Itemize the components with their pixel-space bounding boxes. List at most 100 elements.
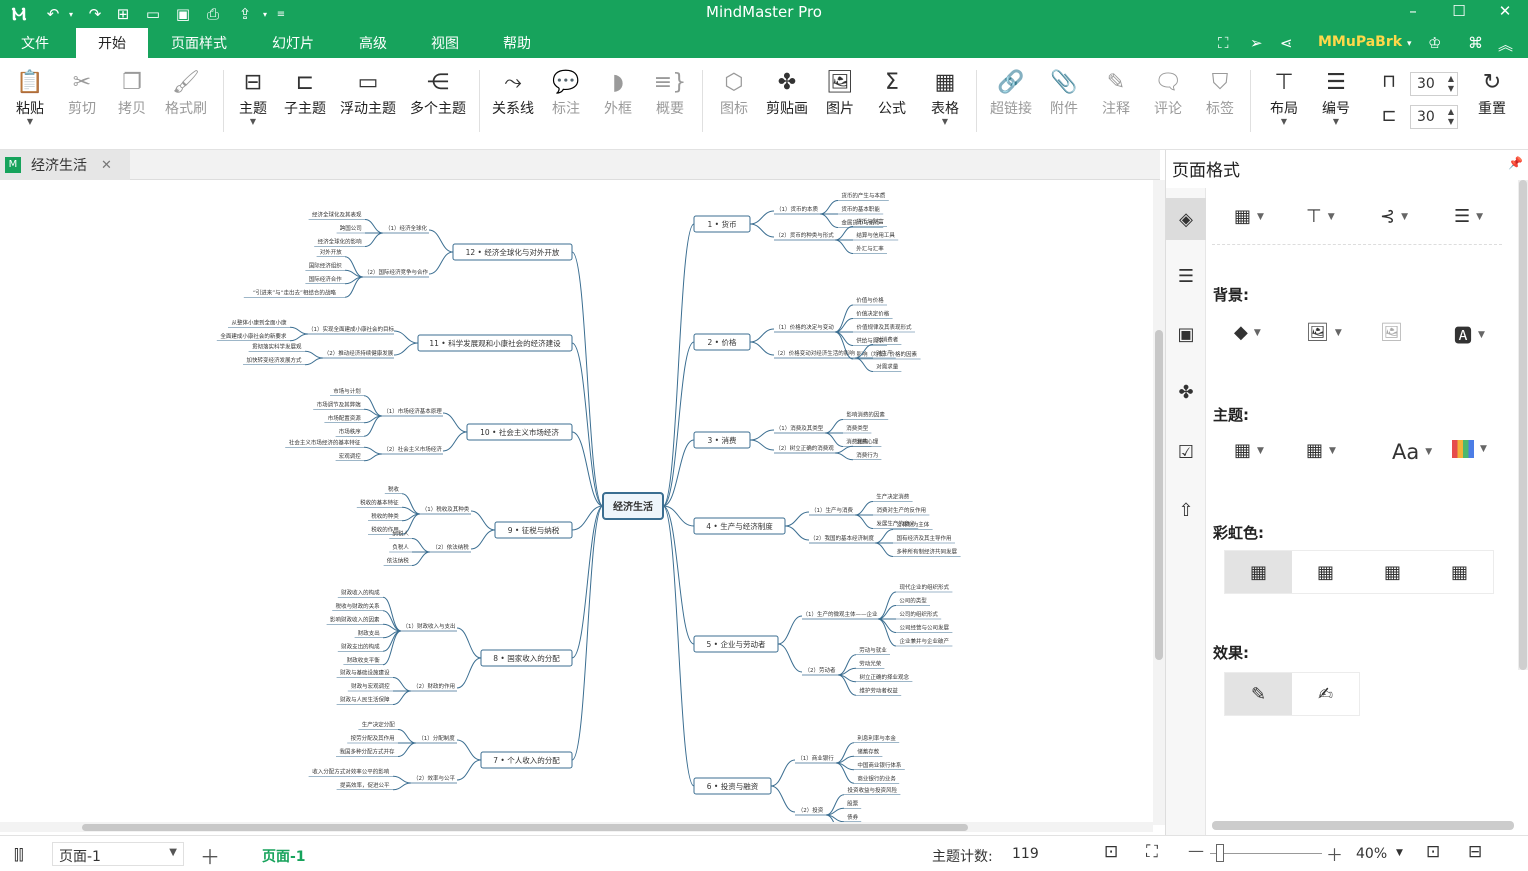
- callout-button[interactable]: 💬 标注: [546, 68, 586, 118]
- theme-dropdown[interactable]: ▦ ▼: [1234, 440, 1264, 461]
- leaf-topic-label[interactable]: 结算与信用工具: [856, 231, 895, 239]
- close-tab-icon[interactable]: ✕: [101, 158, 112, 173]
- theme-font-dropdown[interactable]: Aa ▼: [1392, 440, 1432, 464]
- mindmap-svg[interactable]: 经济生活1 • 货币（1）货币的本质货币的产生与本质货币的基本职能金属货币与纸币…: [0, 180, 1153, 825]
- subtopic-label[interactable]: （2）推动经济持续健康发展: [324, 349, 394, 357]
- leaf-topic-label[interactable]: 企业兼并与企业破产: [899, 637, 949, 645]
- outline-tab-icon[interactable]: ☰: [1172, 262, 1200, 290]
- subtopic-label[interactable]: （2）树立正确的消费观: [775, 444, 834, 452]
- leaf-topic-label[interactable]: 树立正确的择业观念: [859, 673, 909, 681]
- subtopic-label[interactable]: （1）货币的本质: [776, 205, 818, 213]
- clipart-tab-icon[interactable]: ✤: [1172, 378, 1200, 406]
- leaf-topic-label[interactable]: 从整体小康到全面小康: [231, 318, 287, 326]
- leaf-topic-label[interactable]: 我国多种分配方式并存: [339, 748, 395, 756]
- leaf-topic-label[interactable]: 财政支出的构成: [341, 642, 380, 650]
- subtopic-label[interactable]: （1）分配制度: [418, 734, 455, 742]
- leaf-topic-label[interactable]: 影响财政收入的因素: [330, 615, 380, 623]
- subtopic-label[interactable]: （2）投资: [798, 806, 824, 814]
- subtopic-label[interactable]: （2）财政的作用: [413, 682, 455, 690]
- leaf-topic-label[interactable]: 对消费者: [876, 336, 899, 344]
- leaf-topic-label[interactable]: 价值决定价格: [856, 310, 890, 318]
- page-tab[interactable]: 页面-1: [262, 846, 306, 866]
- leaf-topic-label[interactable]: 税收: [388, 485, 400, 493]
- leaf-topic-label[interactable]: 生产决定分配: [362, 721, 396, 729]
- subtopic-label[interactable]: （2）价格变动对经济生活的影响: [774, 349, 855, 357]
- boundary-button[interactable]: ◗ 外框: [598, 68, 638, 118]
- structure-style-dropdown[interactable]: ▦ ▼: [1234, 206, 1264, 227]
- leaf-topic-label[interactable]: 债券: [847, 813, 859, 821]
- leaf-topic-label[interactable]: 劳动光荣: [859, 659, 882, 667]
- leaf-topic-label[interactable]: 市场秩序: [339, 427, 362, 435]
- leaf-topic-label[interactable]: 消费行为: [856, 451, 878, 459]
- subtopic-label[interactable]: （1）商业银行: [797, 754, 834, 762]
- fullscreen-view-icon[interactable]: ⛶: [1146, 842, 1158, 862]
- leaf-topic-label[interactable]: 市场与计划: [333, 387, 361, 395]
- menu-advanced[interactable]: 高级: [346, 28, 400, 58]
- leaf-topic-label[interactable]: 生产决定消费: [876, 493, 910, 501]
- leaf-topic-label[interactable]: 税收的种类: [371, 512, 399, 520]
- leaf-topic-label[interactable]: 对生产: [876, 349, 893, 357]
- leaf-topic-label[interactable]: 依法纳税: [387, 557, 410, 565]
- subtopic-button[interactable]: ⊏ 子主题: [280, 68, 330, 118]
- leaf-topic-label[interactable]: 国有经济及其主导作用: [896, 534, 951, 542]
- canvas-vertical-scrollbar[interactable]: [1153, 180, 1165, 825]
- leaf-topic-label[interactable]: 全面建成小康社会的新要求: [220, 332, 287, 340]
- effect-option-normal[interactable]: ✎: [1225, 673, 1292, 715]
- note-button[interactable]: ✎ 注释: [1096, 68, 1136, 118]
- cut-button[interactable]: ✂ 剪切: [62, 68, 102, 118]
- leaf-topic-label[interactable]: 货币与财富: [856, 218, 884, 226]
- leaf-topic-label[interactable]: 公司经营与公司发展: [899, 624, 949, 632]
- fit-page-icon[interactable]: ⊡: [1104, 842, 1118, 862]
- picture-button[interactable]: 🖼 图片: [820, 68, 860, 118]
- leaf-topic-label[interactable]: 公司的类型: [899, 597, 927, 605]
- leaf-topic-label[interactable]: 纳税人: [392, 530, 409, 538]
- minimize-icon[interactable]: –: [1398, 2, 1428, 20]
- leaf-topic-label[interactable]: 影响消费的因素: [846, 411, 885, 419]
- rainbow-option-2[interactable]: ▦: [1292, 551, 1359, 593]
- leaf-topic-label[interactable]: 市场调节及其弊端: [317, 400, 362, 408]
- subtopic-label[interactable]: （2）货币的种类与形式: [775, 231, 834, 239]
- spinner-arrows-icon[interactable]: ▲ ▼: [1448, 107, 1454, 127]
- leaf-topic-label[interactable]: 维护劳动者权益: [859, 686, 898, 694]
- copy-button[interactable]: ❐ 拷贝: [112, 68, 152, 118]
- subtopic-label[interactable]: （2）劳动者: [805, 666, 836, 674]
- rainbow-option-1[interactable]: ▦: [1225, 551, 1292, 593]
- leaf-topic-label[interactable]: 储蓄存款: [857, 747, 880, 755]
- zoom-dropdown-icon[interactable]: ▼: [1396, 848, 1403, 858]
- zoom-level[interactable]: 40%: [1356, 846, 1387, 862]
- page-panel-toggle-icon[interactable]: ⫿⫿: [14, 846, 24, 864]
- leaf-topic-label[interactable]: 财政与人民生活保障: [340, 696, 390, 704]
- page-select[interactable]: 页面-1 ▼: [52, 842, 184, 866]
- panel-scroll-thumb[interactable]: [1519, 180, 1527, 670]
- menu-view[interactable]: 视图: [418, 28, 472, 58]
- subtopic-label[interactable]: （1）实现全面建成小康社会的目标: [308, 325, 395, 333]
- leaf-topic-label[interactable]: 股票: [847, 800, 859, 807]
- menu-help[interactable]: 帮助: [490, 28, 544, 58]
- leaf-topic-label[interactable]: 价值与价格: [856, 296, 884, 304]
- layout-button[interactable]: ⊤ 布局 ▼: [1264, 68, 1304, 126]
- canvas-horizontal-scrollbar[interactable]: [0, 822, 1153, 832]
- attachment-button[interactable]: 📎 附件: [1044, 68, 1084, 118]
- leaf-topic-label[interactable]: 财政与宏观调控: [351, 682, 390, 690]
- vertical-spacing-input[interactable]: 30 ▲ ▼: [1410, 105, 1458, 129]
- leaf-topic-label[interactable]: 收入分配方式对效率公平的影响: [312, 767, 390, 775]
- share-icon[interactable]: ⋖: [1280, 34, 1293, 52]
- remove-background-button[interactable]: 🖼: [1380, 322, 1403, 343]
- leaf-topic-label[interactable]: 劳动与就业: [859, 646, 887, 654]
- leaf-topic-label[interactable]: 市场配置资源: [328, 414, 362, 422]
- leaf-topic-label[interactable]: 社会主义市场经济的基本特征: [289, 438, 361, 446]
- subtopic-label[interactable]: （2）依法纳税: [432, 543, 469, 551]
- leaf-topic-label[interactable]: 按劳分配及其作用: [351, 734, 395, 742]
- leaf-topic-label[interactable]: 公有制为主体: [896, 521, 930, 529]
- skin-icon[interactable]: ♔: [1428, 34, 1441, 52]
- numbering-style-dropdown[interactable]: ☰ ▼: [1454, 206, 1483, 227]
- background-fill-dropdown[interactable]: ◆ ▼: [1234, 322, 1261, 343]
- collapse-ribbon-icon[interactable]: ︽: [1498, 34, 1513, 55]
- horizontal-scroll-thumb[interactable]: [82, 824, 968, 831]
- fit-window-icon[interactable]: ⊡: [1426, 842, 1440, 862]
- leaf-topic-label[interactable]: 经济全球化及其表现: [312, 211, 362, 219]
- zoom-out-icon[interactable]: —: [1188, 841, 1204, 860]
- subtopic-label[interactable]: （1）税收及其种类: [422, 505, 470, 513]
- leaf-topic-label[interactable]: “引进来”与“走出去”相结合的战略: [253, 288, 336, 296]
- leaf-topic-label[interactable]: 外汇与汇率: [856, 245, 884, 253]
